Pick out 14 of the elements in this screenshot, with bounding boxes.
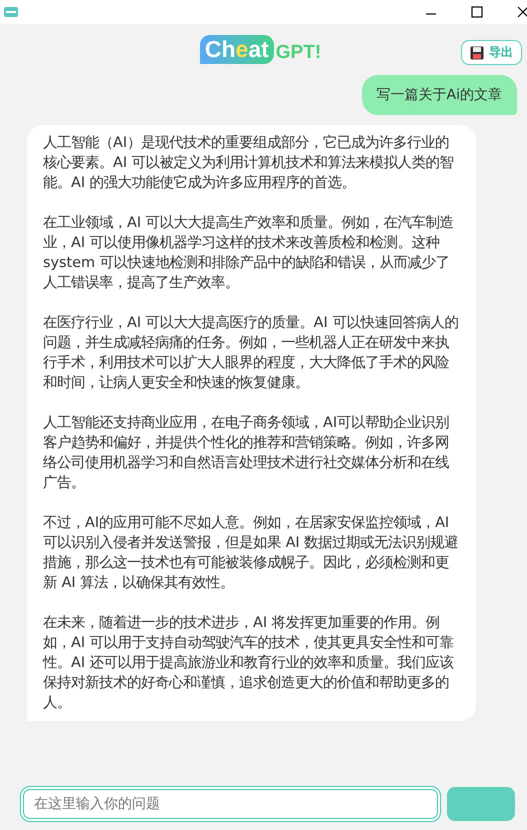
message-paragraph: 人工智能还支持商业应用，在电子商务领域，AI可以帮助企业识别客户趋势和偏好，并提供个性化的推荐和营销策略。例如，许多网络公司使用机器学习和自然语言处理技术进行社交媒体分析和在线广告。 [43,414,450,493]
message-paragraph: 不过，AI的应用可能不尽如人意。例如，在居家安保监控领域，AI 可以识别入侵者并发送警报，但是如果 AI 数据过期或无法识别规避措施，那么这一技术也有可能被装修成幌子。因此，必须检测和更新 AI 算法，以确保其有效性。 [43,514,460,593]
question-field[interactable]: 在这里输入你的问题 [20,786,441,822]
message-paragraph: 人工智能（AI）是现代技术的重要组成部分，它已成为许多行业的核心要素。AI 可以被定义为利用计算机技术和算法来模拟人类的智能。AI 的强大功能使它成为许多应用程序的首选。 [43,134,455,193]
message-paragraph: 在未来，随着进一步的技术进步，AI 将发挥更加重要的作用。例如，AI 可以用于支持自动驾驶汽车的技术，使其更具安全性和可靠性。AI 还可以用于提高旅游业和教育行业的效率和质量。我们应该保持对新技术的好奇心和谨慎，追求创造更大的价值和帮助更多的人。 [43,614,455,713]
message-paragraph: 在医疗行业，AI 可以大大提高医疗的质量。AI 可以快速回答病人的问题，并生成减轻病痛的任务。例如，一些机器人正在研发中来执行手术，利用技术可以扩大人眼界的程度，大大降低了手术的风险和时间，让病人更安全和快速的恢复健康。 [43,314,460,393]
export-button[interactable]: 导出 [461,40,522,65]
message-paragraph: 在工业领域，AI 可以大大提高生产效率和质量。例如，在汽车制造业，AI 可以使用像机器学习这样的技术来改善质检和检测。这种 system 可以快速地检测和排除产品中的缺陷和错误，从而减少了人工错误率，提高了生产效率。 [43,214,455,293]
logo-text: GPT! [276,42,322,64]
app-icon [4,7,18,17]
maximize-icon[interactable] [471,6,483,18]
close-icon[interactable] [517,6,527,18]
message-paragraph: 写一篇关于Ai的文章 [376,86,502,104]
logo-badge: Cheat [200,34,274,64]
